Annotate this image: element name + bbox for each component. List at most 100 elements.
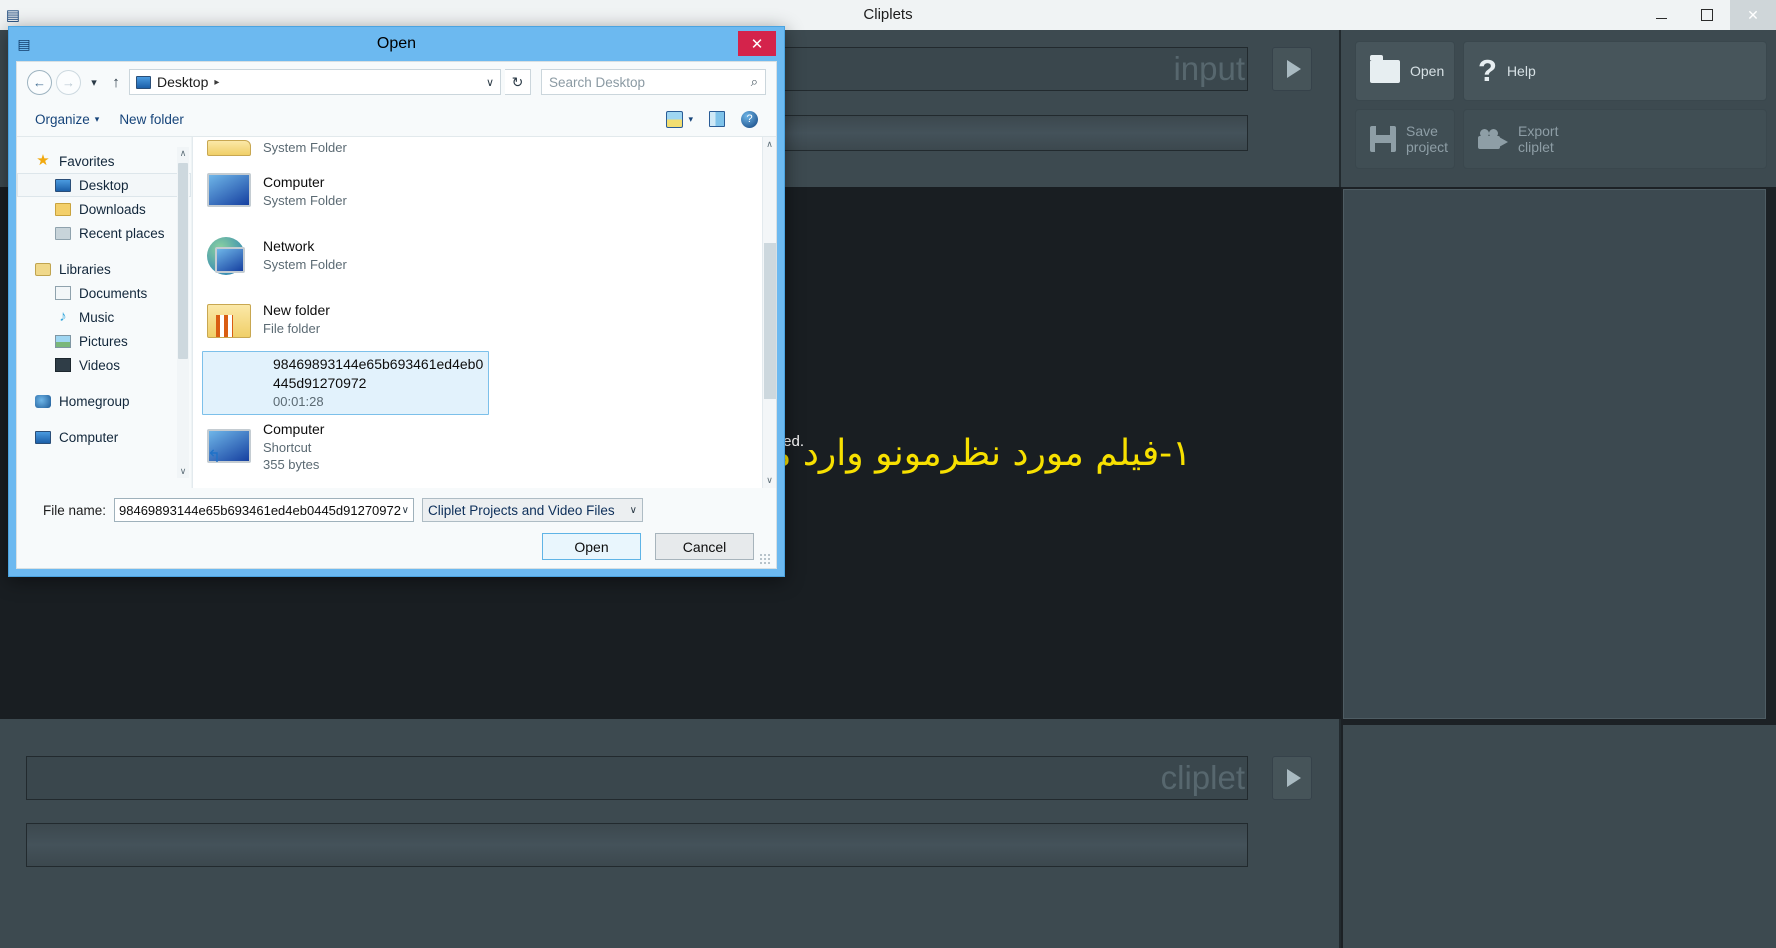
address-dropdown-icon[interactable]: ∨ [486,76,494,89]
sidebar-item-recent-places[interactable]: Recent places [17,221,191,245]
list-item[interactable]: Computer System Folder [193,159,776,223]
scrollbar-thumb[interactable] [178,163,188,359]
dialog-footer: File name: 98469893144e65b693461ed4eb044… [17,488,776,568]
cliplet-play-button[interactable] [1272,756,1312,800]
sidebar-label: Homegroup [59,393,130,409]
sidebar-item-computer[interactable]: Computer [17,425,191,449]
movie-camera-icon [1478,129,1508,149]
homegroup-icon [35,394,51,408]
organize-label: Organize [35,111,90,127]
help-button[interactable]: ? Help [1463,41,1767,101]
list-item[interactable]: Network System Folder [193,223,776,287]
list-item-subtitle: File folder [263,320,321,336]
folder-icon [207,140,251,156]
address-bar[interactable]: Desktop ▸ ∨ [129,69,501,95]
sidebar-label: Documents [79,285,148,301]
save-project-button[interactable]: Save project [1355,109,1455,169]
sidebar-item-favorites[interactable]: ★ Favorites [17,149,191,173]
pictures-icon [55,334,71,348]
list-item[interactable]: Computer Shortcut 355 bytes [193,415,776,479]
preview-pane-icon[interactable] [709,111,725,127]
sidebar-item-pictures[interactable]: Pictures [17,329,191,353]
downloads-icon [55,202,71,216]
sidebar-item-downloads[interactable]: Downloads [17,197,191,221]
list-item-subtitle: Shortcut [263,439,312,455]
music-icon: ♪ [59,307,67,325]
filetype-select[interactable]: Cliplet Projects and Video Files ∨ [422,498,643,522]
list-item-name: 98469893144e65b693461ed4eb0445d91270972 [273,356,484,392]
change-view-button[interactable]: ▾ [666,110,693,128]
open-button[interactable]: Open [1355,41,1455,101]
sidebar-item-videos[interactable]: Videos [17,353,191,377]
filename-label: File name: [42,502,106,518]
computer-icon [35,430,51,444]
refresh-button[interactable]: ↻ [505,69,531,95]
export-cliplet-button[interactable]: Export cliplet [1463,109,1767,169]
dialog-main: ★ Favorites Desktop Downloads Recent pla… [17,137,776,488]
dialog-close-button[interactable]: ✕ [738,31,776,56]
open-button-label: Open [1410,62,1445,79]
layers-panel[interactable] [1343,189,1766,719]
filetype-value: Cliplet Projects and Video Files [428,502,615,518]
help-button-label: Help [1506,62,1536,79]
breadcrumb-separator-icon[interactable]: ▸ [214,77,219,88]
sidebar-group-libraries: Libraries Documents ♪ Music Pictures Vid… [17,257,191,377]
scroll-up-icon[interactable]: ∧ [763,137,776,152]
navigation-sidebar[interactable]: ★ Favorites Desktop Downloads Recent pla… [17,137,192,488]
back-button[interactable]: ← [27,69,52,95]
close-button[interactable]: ✕ [1730,0,1776,30]
chevron-down-icon[interactable]: ∨ [402,505,409,516]
cancel-button[interactable]: Cancel [655,533,754,560]
list-item-subtitle: System Folder [263,140,347,155]
sidebar-label: Recent places [79,225,165,241]
resize-grip-icon[interactable] [759,553,771,565]
list-item-name: Network [263,237,315,254]
filename-input[interactable]: 98469893144e65b693461ed4eb0445d91270972 … [114,498,414,522]
toolbar-button-grid: Open ? Help Save project Export cliplet [1355,41,1767,169]
organize-button[interactable]: Organize ▾ [35,112,99,127]
list-item-subtitle: System Folder [263,256,347,272]
desktop-icon [55,178,71,192]
filename-row: File name: 98469893144e65b693461ed4eb044… [39,498,754,522]
sidebar-group-computer: Computer [17,425,191,449]
sidebar-scrollbar[interactable]: ∧ ∨ [177,147,189,478]
help-icon[interactable]: ? [741,110,758,128]
scroll-down-icon[interactable]: ∨ [763,473,776,488]
up-button[interactable]: ↑ [107,74,125,91]
export-cliplet-label: Export cliplet [1518,122,1559,155]
file-list-scrollbar[interactable]: ∧ ∨ [762,137,776,488]
open-button[interactable]: Open [542,533,641,560]
scroll-up-icon[interactable]: ∧ [177,147,189,160]
list-item[interactable]: System Folder [193,137,776,159]
minimize-button[interactable] [1638,0,1684,30]
list-item[interactable]: New folder File folder [193,287,776,351]
scroll-down-icon[interactable]: ∨ [177,465,189,478]
new-folder-button[interactable]: New folder [119,112,184,127]
cliplet-timeline-slider[interactable] [26,823,1248,867]
folder-icon [1370,54,1400,83]
sidebar-item-libraries[interactable]: Libraries [17,257,191,281]
libraries-icon [35,262,51,276]
recent-places-icon [55,226,71,240]
forward-button[interactable]: → [56,69,81,95]
sidebar-item-documents[interactable]: Documents [17,281,191,305]
sidebar-item-homegroup[interactable]: Homegroup [17,389,191,413]
list-item-selected[interactable]: 98469893144e65b693461ed4eb0445d91270972 … [202,351,489,415]
chevron-down-icon: ▾ [94,113,100,124]
list-item-name: Computer [263,421,325,437]
search-placeholder: Search Desktop [549,74,646,90]
maximize-button[interactable] [1684,0,1730,30]
open-file-dialog: ▤ Open ✕ ← → ▾ ↑ Desktop ▸ ∨ ↻ Search De… [8,26,785,577]
input-play-button[interactable] [1272,47,1312,91]
sidebar-item-desktop[interactable]: Desktop [17,173,191,197]
file-list[interactable]: System Folder Computer System Folder Net… [192,137,776,488]
sidebar-label: Computer [59,429,119,445]
properties-panel[interactable] [1343,725,1776,948]
scrollbar-thumb[interactable] [764,243,776,399]
chevron-down-icon[interactable]: ∨ [630,505,637,516]
sidebar-item-music[interactable]: ♪ Music [17,305,191,329]
search-input[interactable]: Search Desktop ⌕ [541,69,766,95]
cliplet-track[interactable]: cliplet [26,756,1248,800]
star-icon: ★ [36,151,50,169]
history-dropdown-icon[interactable]: ▾ [85,76,103,89]
